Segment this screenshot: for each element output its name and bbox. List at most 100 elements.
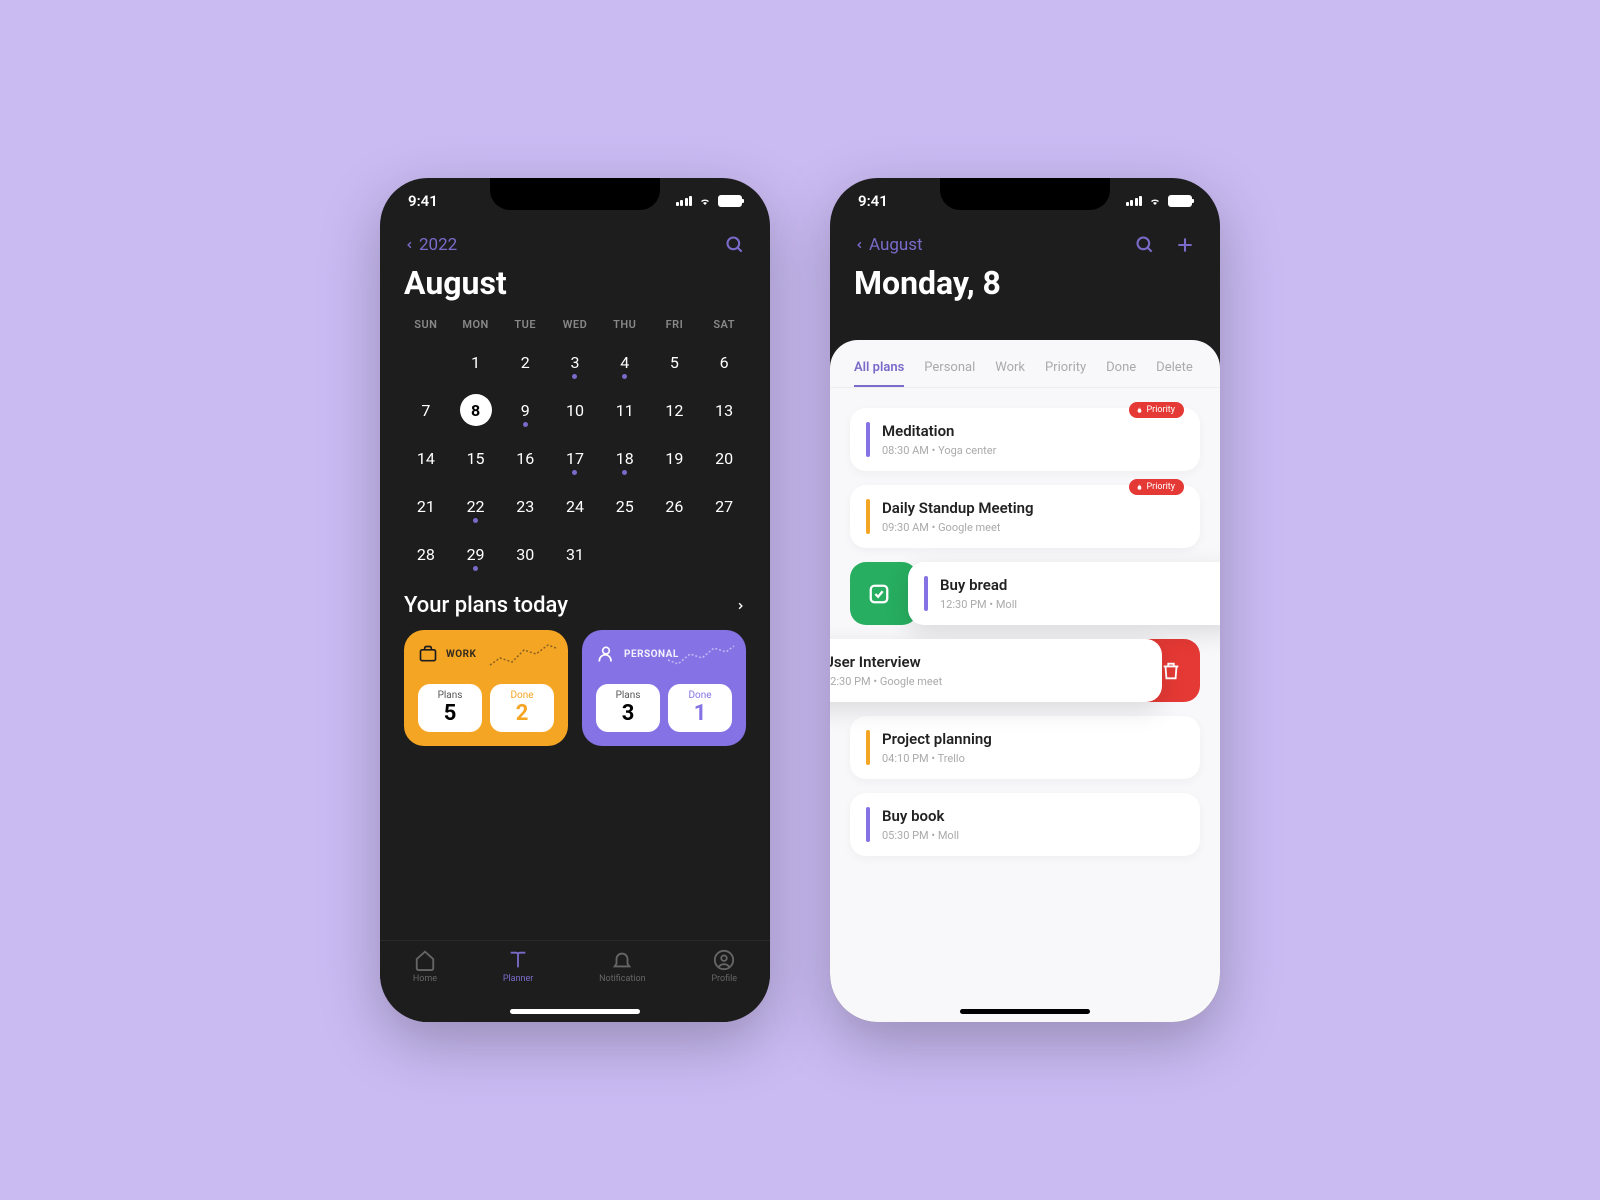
- filter-tab[interactable]: Personal: [924, 360, 975, 387]
- event-dot-icon: [572, 374, 577, 379]
- task-meta: 04:10 PM • Trello: [882, 752, 1184, 765]
- back-button[interactable]: 2022: [404, 235, 457, 255]
- check-icon: [868, 583, 890, 605]
- nav-home[interactable]: Home: [413, 949, 437, 984]
- calendar-day[interactable]: 27: [702, 485, 746, 527]
- calendar-day[interactable]: 16: [503, 437, 547, 479]
- calendar-day[interactable]: 30: [503, 533, 547, 575]
- task-title: Buy bread: [940, 576, 1220, 594]
- task-list: Meditation 08:30 AM • Yoga center Priori…: [830, 388, 1220, 856]
- calendar-day[interactable]: 21: [404, 485, 448, 527]
- calendar-day[interactable]: 15: [454, 437, 498, 479]
- calendar-day[interactable]: 17: [553, 437, 597, 479]
- personal-done-stat: Done 1: [668, 684, 732, 732]
- signal-icon: [1126, 196, 1143, 206]
- weekday-label: FRI: [653, 318, 697, 331]
- calendar-day[interactable]: 24: [553, 485, 597, 527]
- calendar-day[interactable]: 26: [653, 485, 697, 527]
- personal-card[interactable]: PERSONAL Plans 3 Done 1: [582, 630, 746, 746]
- weekday-label: WED: [553, 318, 597, 331]
- work-card[interactable]: WORK Plans 5 Done 2: [404, 630, 568, 746]
- search-button[interactable]: [724, 234, 746, 256]
- back-button[interactable]: August: [854, 235, 923, 255]
- trash-icon: [1160, 660, 1182, 682]
- calendar-day[interactable]: 23: [503, 485, 547, 527]
- status-indicators: [1126, 192, 1193, 210]
- task-card[interactable]: Buy book 05:30 PM • Moll: [850, 793, 1200, 856]
- plans-section-header[interactable]: Your plans today: [380, 575, 770, 630]
- calendar-day[interactable]: 3: [553, 341, 597, 383]
- priority-badge: Priority: [1129, 402, 1185, 418]
- calendar-day[interactable]: 19: [653, 437, 697, 479]
- task-title: Meditation: [882, 422, 1184, 440]
- filter-tab[interactable]: Work: [995, 360, 1025, 387]
- home-indicator[interactable]: [510, 1009, 640, 1014]
- calendar-day[interactable]: 8: [454, 389, 498, 431]
- event-dot-icon: [622, 374, 627, 379]
- phone-tasks-screen: 9:41 August Monday, 8 All plansPer: [830, 178, 1220, 1022]
- calendar-day[interactable]: 7: [404, 389, 448, 431]
- wifi-icon: [1147, 195, 1163, 207]
- chevron-left-icon: [404, 236, 415, 254]
- briefcase-icon: [418, 644, 438, 664]
- calendar-day[interactable]: 25: [603, 485, 647, 527]
- nav-planner[interactable]: Planner: [503, 949, 534, 984]
- event-dot-icon: [622, 470, 627, 475]
- priority-badge: Priority: [1129, 479, 1185, 495]
- status-time: 9:41: [858, 192, 888, 210]
- task-swipe-delete: User Interview 02:30 PM • Google meet: [850, 639, 1200, 702]
- task-title: User Interview: [830, 653, 1146, 671]
- task-meta: 02:30 PM • Google meet: [830, 675, 1146, 688]
- task-color-bar: [866, 499, 870, 534]
- back-label: August: [869, 235, 923, 255]
- filter-tabs: All plans Personal Work Priority Done Delete: [830, 360, 1220, 388]
- filter-tab[interactable]: All plans: [854, 360, 904, 387]
- calendar-day[interactable]: 6: [702, 341, 746, 383]
- calendar-day[interactable]: 22: [454, 485, 498, 527]
- calendar-day[interactable]: 4: [603, 341, 647, 383]
- weekday-header: SUNMONTUEWEDTHUFRISAT: [404, 318, 746, 331]
- calendar-day[interactable]: 9: [503, 389, 547, 431]
- calendar-day[interactable]: 14: [404, 437, 448, 479]
- plan-cards: WORK Plans 5 Done 2 PERSONAL: [380, 630, 770, 746]
- calendar-day[interactable]: 31: [553, 533, 597, 575]
- nav-notification[interactable]: Notification: [599, 949, 646, 984]
- filter-tab[interactable]: Delete: [1156, 360, 1193, 387]
- calendar-day[interactable]: 5: [653, 341, 697, 383]
- calendar-day[interactable]: 29: [454, 533, 498, 575]
- calendar-day[interactable]: 1: [454, 341, 498, 383]
- task-card[interactable]: Meditation 08:30 AM • Yoga center Priori…: [850, 408, 1200, 471]
- task-card[interactable]: User Interview 02:30 PM • Google meet: [830, 639, 1162, 702]
- add-button[interactable]: [1174, 234, 1196, 256]
- event-dot-icon: [473, 566, 478, 571]
- task-meta: 08:30 AM • Yoga center: [882, 444, 1184, 457]
- task-card[interactable]: Buy bread 12:30 PM • Moll: [908, 562, 1220, 625]
- calendar-day[interactable]: 12: [653, 389, 697, 431]
- calendar-day[interactable]: 20: [702, 437, 746, 479]
- sparkline-icon: [666, 640, 736, 670]
- calendar-day[interactable]: 10: [553, 389, 597, 431]
- calendar: SUNMONTUEWEDTHUFRISAT 123456789101112131…: [380, 302, 770, 575]
- home-indicator[interactable]: [960, 1009, 1090, 1014]
- status-time: 9:41: [408, 192, 438, 210]
- work-card-label: WORK: [446, 649, 476, 660]
- calendar-day[interactable]: 2: [503, 341, 547, 383]
- weekday-label: TUE: [503, 318, 547, 331]
- task-card[interactable]: Project planning 04:10 PM • Trello: [850, 716, 1200, 779]
- calendar-day[interactable]: 11: [603, 389, 647, 431]
- search-button[interactable]: [1134, 234, 1156, 256]
- calendar-day[interactable]: 13: [702, 389, 746, 431]
- page-title: August: [404, 264, 746, 302]
- status-indicators: [676, 192, 743, 210]
- bell-icon: [611, 949, 633, 971]
- filter-tab[interactable]: Priority: [1045, 360, 1086, 387]
- calendar-day[interactable]: 18: [603, 437, 647, 479]
- flame-icon: [1135, 483, 1144, 492]
- flame-icon: [1135, 406, 1144, 415]
- filter-tab[interactable]: Done: [1106, 360, 1136, 387]
- battery-icon: [1168, 195, 1192, 207]
- nav-profile[interactable]: Profile: [711, 949, 737, 984]
- task-title: Buy book: [882, 807, 1184, 825]
- task-card[interactable]: Daily Standup Meeting 09:30 AM • Google …: [850, 485, 1200, 548]
- calendar-day[interactable]: 28: [404, 533, 448, 575]
